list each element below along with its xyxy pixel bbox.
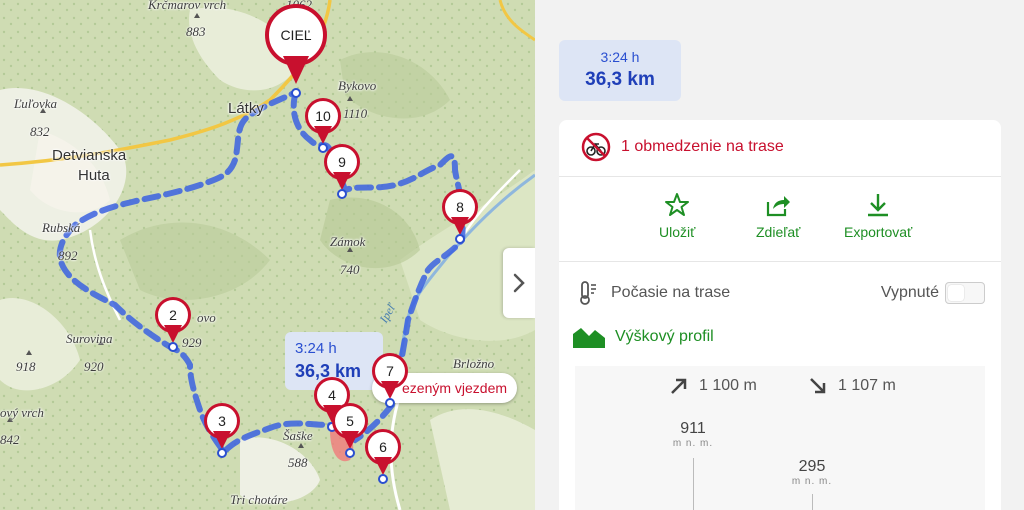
route-summary[interactable]: 3:24 h 36,3 km [559, 40, 681, 101]
divider [559, 176, 1001, 177]
restriction-text: 1 obmedzenie na trase [621, 138, 784, 155]
elevation-label: 920 [84, 359, 104, 374]
save-button[interactable]: Uložiť [659, 192, 695, 240]
place-label: Krčmarov vrch [148, 0, 227, 12]
place-label: Huta [78, 167, 110, 184]
share-icon [767, 196, 791, 217]
share-label: Zdieľať [756, 224, 801, 240]
elevation-label: 740 [340, 262, 360, 277]
route-panel: 3:24 h 36,3 km 1 obmedzenie na trase Ulo… [535, 0, 1024, 510]
min-elevation-value: 295 [798, 458, 826, 475]
waypoint-pin-2[interactable]: 2 [153, 297, 193, 352]
map-view[interactable]: Krčmarov vrch 883 1062 Bykovo 1110 Látky… [0, 0, 535, 510]
no-cycling-icon [581, 132, 611, 162]
restriction-row[interactable]: 1 obmedzenie na trase [581, 132, 784, 162]
place-label: ový vrch [0, 405, 44, 420]
waypoint-pin-9[interactable]: 9 [322, 144, 362, 199]
summary-time: 3:24 h [600, 49, 640, 65]
place-label: Detvianska [52, 147, 127, 164]
waypoint-pin-7[interactable]: 7 [370, 353, 410, 408]
waypoint-pin-8[interactable]: 8 [440, 189, 480, 244]
collapse-panel-button[interactable] [503, 248, 535, 318]
weather-state: Vypnuté [880, 284, 939, 301]
weather-row: Počasie na trase Vypnuté [577, 278, 987, 308]
place-label: ovo [197, 310, 216, 325]
route-details-card: 1 obmedzenie na trase Uložiť Zdieľať Exp… [559, 120, 1001, 510]
elevation-profile: 1 100 m 1 107 m 911 m n. m. 295 m n. m. [575, 366, 985, 510]
export-label: Exportovať [844, 224, 913, 240]
divider [559, 261, 1001, 262]
ascent: 1 100 m [669, 376, 757, 396]
place-label: Látky [228, 100, 264, 117]
elevation-label: 842 [0, 432, 20, 447]
place-label: Tri chotáre [230, 492, 288, 507]
place-label: Brložno [453, 356, 495, 371]
chevron-right-icon [513, 273, 525, 293]
download-icon [868, 194, 889, 217]
max-elevation-unit: m n. m. [672, 438, 714, 449]
callout-time: 3:24 h [295, 340, 337, 357]
arrow-up-right-icon [671, 378, 687, 394]
waypoint-pin-6[interactable]: 6 [363, 429, 403, 484]
max-elevation-value: 911 [680, 420, 706, 437]
place-label: Surovina [66, 331, 113, 346]
descent: 1 107 m [808, 376, 896, 396]
descent-value: 1 107 m [838, 377, 896, 394]
place-label: Rubská [42, 220, 81, 235]
elevation-profile-header[interactable]: Výškový profil [573, 326, 714, 348]
elevation-label: 588 [288, 455, 308, 470]
mountain-icon [573, 328, 605, 348]
elevation-label: 918 [16, 359, 36, 374]
weather-toggle[interactable] [945, 282, 985, 304]
elevation-label: 832 [30, 124, 50, 139]
min-elevation-line [812, 494, 813, 510]
waypoint-pin-3[interactable]: 3 [202, 403, 242, 458]
weather-label: Počasie na trase [611, 284, 731, 301]
summary-distance: 36,3 km [585, 69, 655, 90]
max-elevation: 911 m n. m. [665, 420, 721, 449]
elevation-profile-title: Výškový profil [615, 328, 714, 345]
finish-pin[interactable]: CIEĽ [263, 4, 329, 100]
place-label: Šaške [283, 428, 313, 443]
elevation-label: 1110 [343, 106, 368, 121]
elevation-label: 883 [186, 24, 206, 39]
thermometer-icon [580, 281, 596, 305]
place-label: Ľuľovka [14, 96, 57, 111]
min-elevation: 295 m n. m. [784, 458, 840, 487]
place-label: Zámok [330, 234, 366, 249]
star-icon [665, 193, 690, 216]
arrow-down-right-icon [810, 378, 826, 394]
elevation-label: 892 [58, 248, 78, 263]
place-label: Bykovo [338, 78, 377, 93]
save-label: Uložiť [659, 224, 696, 240]
share-button[interactable]: Zdieľať [756, 192, 800, 240]
min-elevation-unit: m n. m. [791, 476, 833, 487]
max-elevation-line [693, 458, 694, 510]
export-button[interactable]: Exportovať [844, 192, 912, 240]
ascent-value: 1 100 m [699, 377, 757, 394]
